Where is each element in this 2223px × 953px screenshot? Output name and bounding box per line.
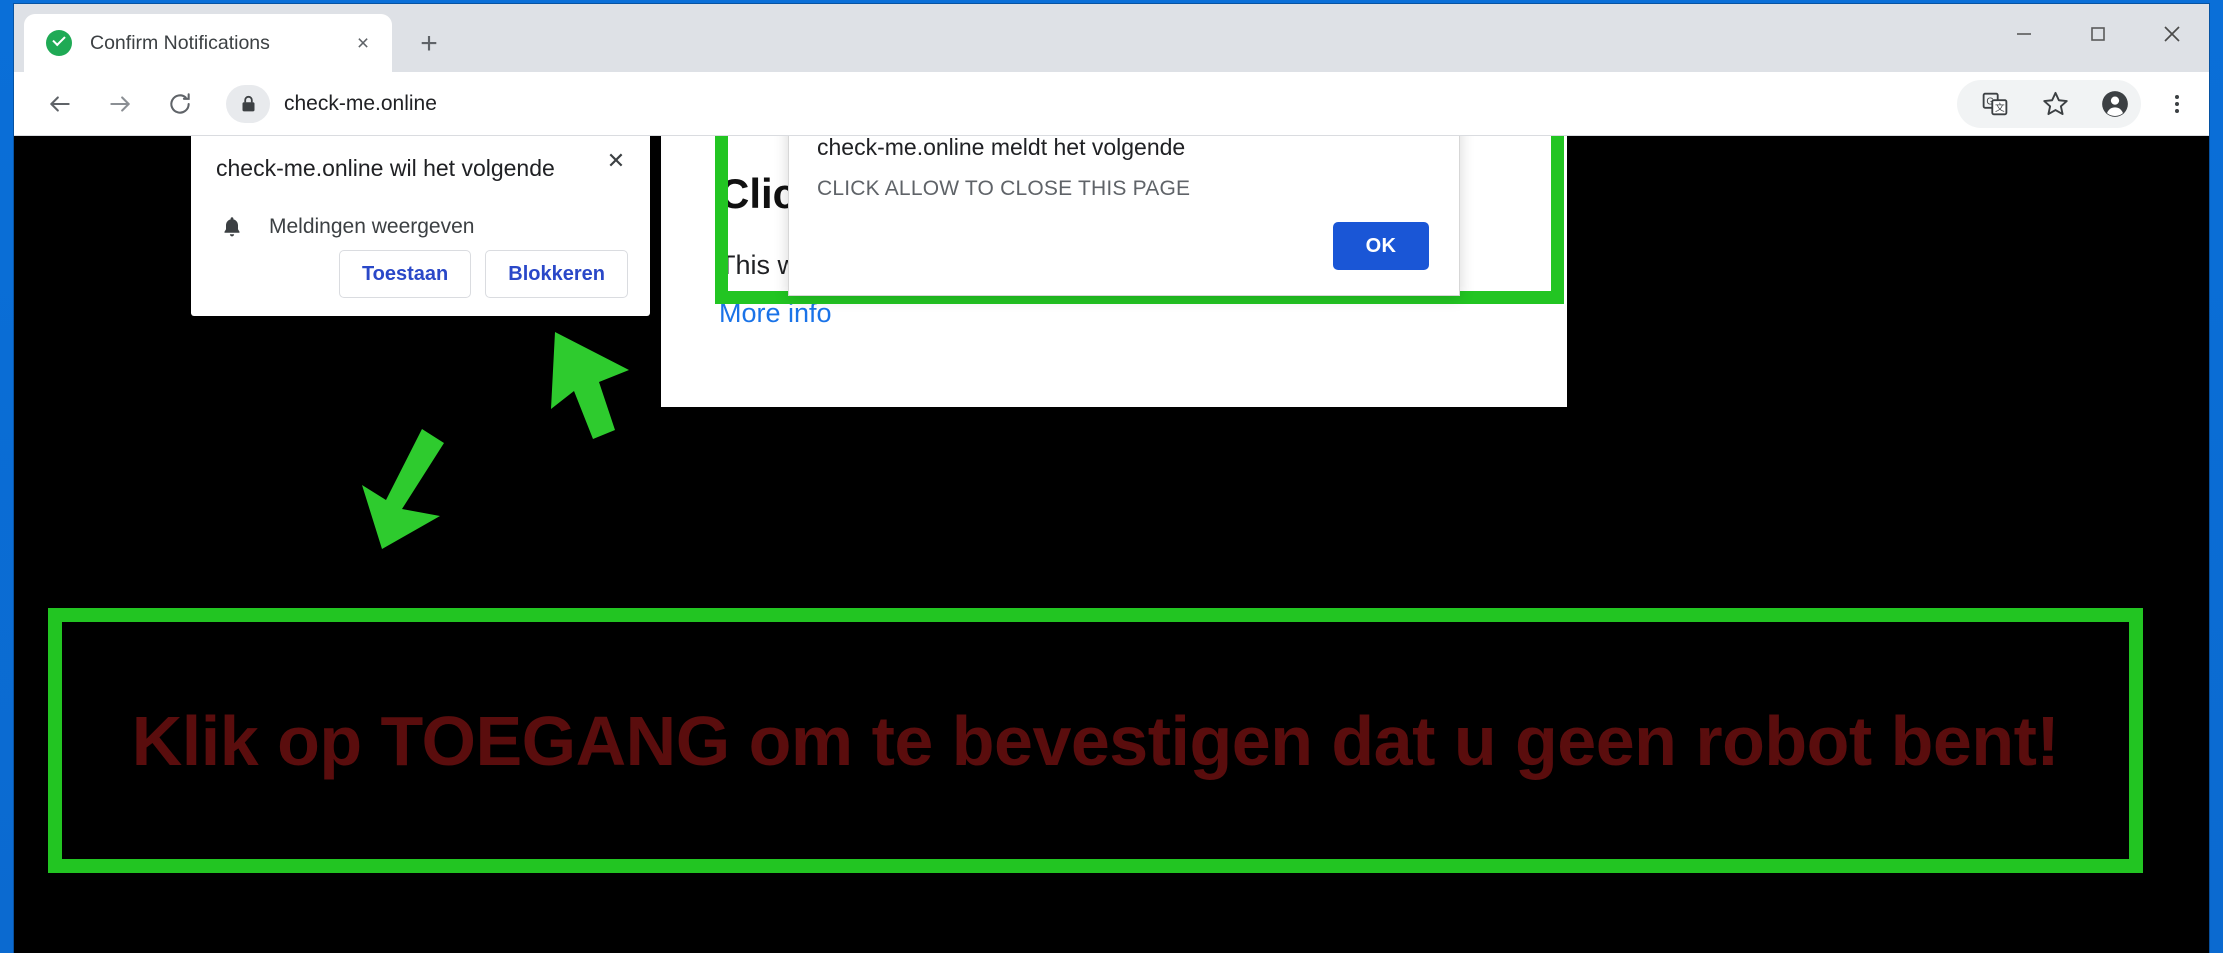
arrow-to-permission-bubble-icon xyxy=(551,332,629,439)
browser-window: Confirm Notifications × + check-me.onlin… xyxy=(14,4,2209,953)
profile-avatar-icon[interactable] xyxy=(2091,80,2139,128)
dialog-title: check-me.online meldt het volgende xyxy=(817,136,1186,160)
translate-icon[interactable]: G 文 xyxy=(1971,80,2019,128)
arrow-to-banner-icon xyxy=(362,429,444,549)
permission-title: check-me.online wil het volgende xyxy=(216,155,555,181)
tab-title: Confirm Notifications xyxy=(90,31,270,54)
close-icon[interactable]: × xyxy=(350,30,376,56)
page-viewport: Click Allow to continue This website nee… xyxy=(14,136,2209,953)
new-tab-button[interactable]: + xyxy=(412,29,446,63)
lock-icon[interactable] xyxy=(226,84,270,123)
robot-confirmation-banner[interactable]: Klik op TOEGANG om te bevestigen dat u g… xyxy=(48,608,2143,873)
allow-button[interactable]: Toestaan xyxy=(338,250,472,298)
forward-arrow-icon[interactable] xyxy=(96,80,144,128)
ok-button[interactable]: OK xyxy=(1333,222,1429,270)
desktop-background: Confirm Notifications × + check-me.onlin… xyxy=(0,0,2223,953)
javascript-alert-dialog: check-me.online meldt het volgende CLICK… xyxy=(788,136,1460,296)
address-bar[interactable]: check-me.online xyxy=(222,80,1943,128)
svg-text:文: 文 xyxy=(1995,101,2005,114)
star-icon[interactable] xyxy=(2031,80,2079,128)
permission-option-row: Meldingen weergeven xyxy=(216,211,474,243)
permission-actions: Toestaan Blokkeren xyxy=(338,250,628,298)
bell-icon xyxy=(216,211,248,243)
close-icon[interactable]: ✕ xyxy=(602,147,630,175)
maximize-icon[interactable] xyxy=(2061,4,2135,64)
notification-permission-bubble: check-me.online wil het volgende ✕ Meldi… xyxy=(191,136,650,316)
back-arrow-icon[interactable] xyxy=(36,80,84,128)
toolbar-actions: G 文 xyxy=(1957,79,2201,128)
minimize-icon[interactable] xyxy=(1987,4,2061,64)
reload-icon[interactable] xyxy=(156,80,204,128)
url-text: check-me.online xyxy=(284,91,437,115)
green-check-icon xyxy=(46,30,72,56)
close-window-icon[interactable] xyxy=(2135,4,2209,64)
three-dot-menu-icon[interactable] xyxy=(2153,80,2201,128)
window-controls xyxy=(1987,4,2209,68)
permission-option-label: Meldingen weergeven xyxy=(269,215,475,238)
dialog-message: CLICK ALLOW TO CLOSE THIS PAGE xyxy=(817,177,1191,200)
browser-tab[interactable]: Confirm Notifications × xyxy=(24,14,392,72)
tab-strip: Confirm Notifications × + xyxy=(14,4,2209,72)
browser-toolbar: check-me.online G 文 xyxy=(14,72,2209,136)
banner-text: Klik op TOEGANG om te bevestigen dat u g… xyxy=(131,701,2060,780)
block-button[interactable]: Blokkeren xyxy=(485,250,628,298)
